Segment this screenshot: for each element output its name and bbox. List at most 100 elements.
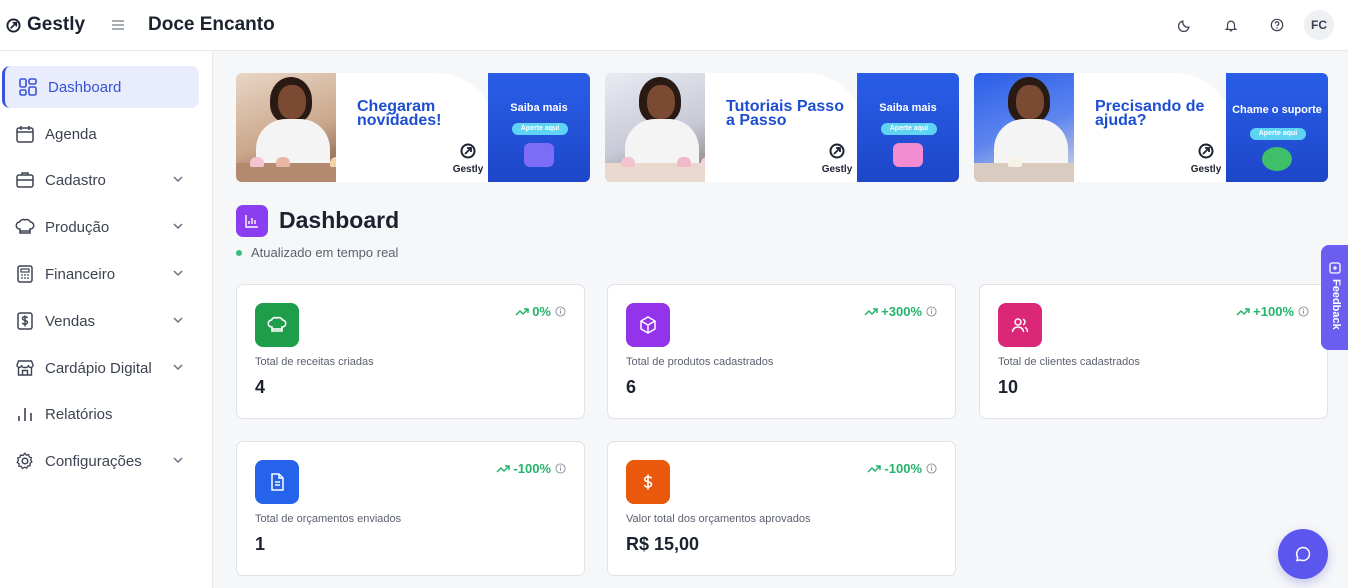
info-icon[interactable] [1298, 306, 1309, 317]
megaphone-icon [524, 143, 554, 167]
top-bar: Gestly Doce Encanto FC [0, 0, 1348, 51]
sidebar-item-cadastro[interactable]: Cadastro [2, 159, 199, 201]
sidebar-item-label: Relatórios [45, 405, 113, 423]
app-name: Gestly [27, 14, 86, 35]
sidebar-item-label: Agenda [45, 125, 97, 143]
users-icon [998, 303, 1042, 347]
feedback-tab[interactable]: Feedback [1321, 245, 1348, 350]
chevron-down-icon [173, 457, 183, 464]
chat-bubble-icon [893, 143, 923, 167]
trend-indicator: +300% [864, 304, 937, 319]
info-icon[interactable] [926, 463, 937, 474]
stat-card-receitas[interactable]: 0% Total de receitas criadas 4 [236, 284, 585, 419]
banner-cta-label: Saiba mais [510, 102, 568, 114]
banner-suporte[interactable]: Precisando de ajuda? Gestly Chame o supo… [974, 73, 1328, 182]
banner-logo: Gestly [448, 143, 488, 175]
sidebar-item-configuracoes[interactable]: Configurações [2, 440, 199, 482]
sidebar-item-producao[interactable]: Produção [2, 206, 199, 248]
sidebar-item-label: Dashboard [48, 78, 122, 96]
trend-indicator: 0% [515, 304, 566, 319]
trend-value: -100% [513, 461, 551, 476]
stat-card-valor-aprovado[interactable]: -100% Valor total dos orçamentos aprovad… [607, 441, 956, 576]
sidebar-item-label: Configurações [45, 452, 142, 470]
banner-novidades[interactable]: Chegaram novidades! Gestly Saiba mais Ap… [236, 73, 590, 182]
sidebar-item-relatorios[interactable]: Relatórios [2, 393, 199, 435]
page-title: Dashboard [279, 207, 400, 233]
trend-value: +100% [1253, 304, 1294, 319]
feedback-label: Feedback [1330, 279, 1342, 330]
banner-cta-panel: Saiba mais Aperte aqui [857, 73, 959, 182]
chat-icon [1295, 546, 1311, 562]
status-dot [236, 249, 242, 256]
chat-button[interactable] [1278, 529, 1328, 579]
banner-headline: Precisando de ajuda? [1095, 98, 1205, 129]
gestly-logo-icon [460, 143, 476, 159]
sidebar-item-cardapio-digital[interactable]: Cardápio Digital [2, 347, 199, 389]
trend-value: +300% [881, 304, 922, 319]
whatsapp-icon [1262, 147, 1292, 171]
stat-card-clientes[interactable]: +100% Total de clientes cadastrados 10 [979, 284, 1328, 419]
gestly-logo-icon [829, 143, 845, 159]
stat-value: 6 [626, 377, 637, 397]
calendar-icon [14, 123, 36, 145]
sidebar-item-label: Cardápio Digital [45, 359, 152, 377]
banner-logo: Gestly [817, 143, 857, 175]
chevron-down-icon [173, 176, 183, 183]
gestly-logo-icon [1198, 143, 1214, 159]
stat-label: Valor total dos orçamentos aprovados [626, 513, 811, 525]
box-icon [626, 303, 670, 347]
stat-label: Total de orçamentos enviados [255, 513, 402, 525]
moon-icon[interactable] [1168, 8, 1202, 42]
bell-icon[interactable] [1214, 8, 1248, 42]
banner-cta-label: Saiba mais [879, 102, 937, 114]
stat-value: 10 [998, 377, 1019, 397]
banner-tutoriais[interactable]: Tutoriais Passo a Passo Gestly Saiba mai… [605, 73, 959, 182]
status-text: Atualizado em tempo real [251, 245, 399, 260]
stat-label: Total de receitas criadas [255, 356, 374, 368]
info-icon[interactable] [555, 306, 566, 317]
sidebar-item-financeiro[interactable]: Financeiro [2, 253, 199, 295]
company-name: Doce Encanto [148, 14, 275, 35]
briefcase-icon [14, 169, 36, 191]
stat-card-produtos[interactable]: +300% Total de produtos cadastrados 6 [607, 284, 956, 419]
avatar[interactable]: FC [1304, 10, 1334, 40]
banner-logo: Gestly [1186, 143, 1226, 175]
stat-value: 1 [255, 534, 266, 554]
dollar-icon [14, 310, 36, 332]
dashboard-icon [17, 76, 39, 98]
banner-cta-pill[interactable]: Aperte aqui [512, 123, 568, 135]
live-status: Atualizado em tempo real [236, 245, 398, 260]
menu-toggle-icon[interactable] [108, 15, 128, 35]
dollar-icon [626, 460, 670, 504]
trend-indicator: +100% [1236, 304, 1309, 319]
banner-cta-pill[interactable]: Aperte aqui [1250, 128, 1306, 140]
banner-headline: Tutoriais Passo a Passo [726, 98, 844, 129]
banner-cta-panel: Saiba mais Aperte aqui [488, 73, 590, 182]
banner-cta-pill[interactable]: Aperte aqui [881, 123, 937, 135]
banner-cta-panel: Chame o suporte Aperte aqui [1226, 73, 1328, 182]
stat-card-orcamentos[interactable]: -100% Total de orçamentos enviados 1 [236, 441, 585, 576]
trend-up-icon [496, 464, 511, 473]
sidebar-item-agenda[interactable]: Agenda [2, 113, 199, 155]
sidebar-item-label: Produção [45, 218, 110, 236]
trend-up-icon [867, 464, 882, 473]
gear-icon [14, 450, 36, 472]
sidebar-item-label: Cadastro [45, 171, 106, 189]
banner-headline: Chegaram novidades! [357, 98, 442, 129]
sidebar-item-label: Financeiro [45, 265, 116, 283]
sidebar-item-vendas[interactable]: Vendas [2, 300, 199, 342]
stat-value: 4 [255, 377, 266, 397]
trend-value: -100% [884, 461, 922, 476]
feedback-icon [1329, 262, 1341, 274]
sidebar-item-dashboard[interactable]: Dashboard [2, 66, 199, 108]
chevron-down-icon [173, 317, 183, 324]
trend-indicator: -100% [496, 461, 566, 476]
brand[interactable]: Gestly [0, 14, 100, 36]
help-icon[interactable] [1260, 8, 1294, 42]
info-icon[interactable] [555, 463, 566, 474]
chevron-down-icon [173, 223, 183, 230]
chevron-down-icon [173, 270, 183, 277]
trend-up-icon [515, 307, 529, 316]
info-icon[interactable] [926, 306, 937, 317]
chef-hat-icon [14, 216, 36, 238]
